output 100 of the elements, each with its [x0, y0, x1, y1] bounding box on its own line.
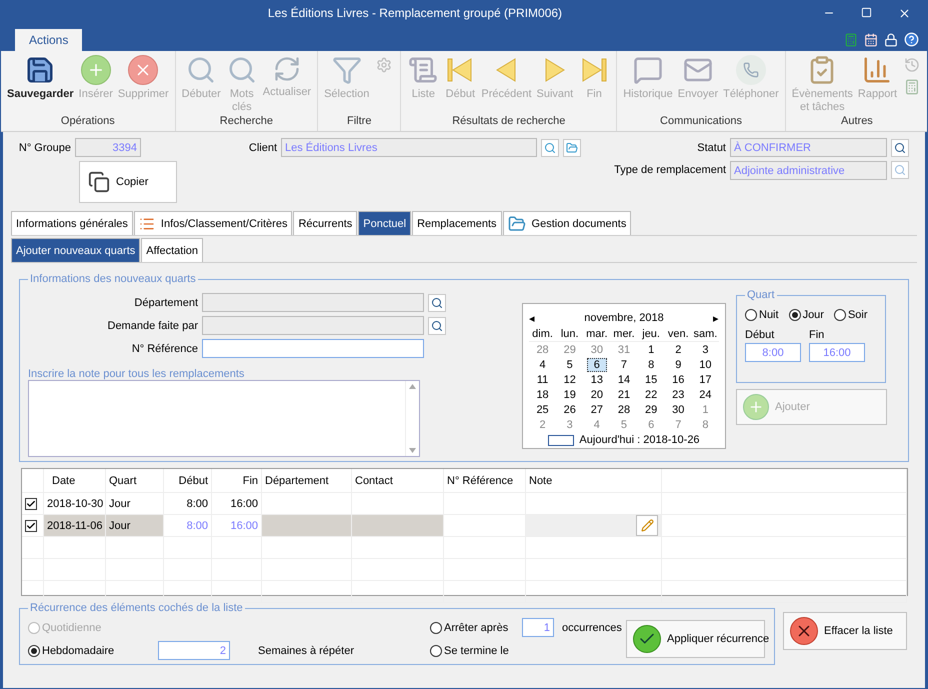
- clear-list-button[interactable]: Effacer la liste: [783, 612, 907, 650]
- calculator-icon[interactable]: [844, 32, 858, 46]
- calendar-day[interactable]: 7: [614, 358, 634, 372]
- calendar-day[interactable]: 22: [638, 388, 664, 402]
- calendar-day[interactable]: 6: [586, 358, 607, 372]
- tab[interactable]: Ponctuel: [358, 211, 412, 235]
- input-field[interactable]: [202, 293, 424, 312]
- column-header[interactable]: Quart: [106, 469, 164, 493]
- calendar-day[interactable]: 10: [692, 358, 719, 372]
- end-time-field[interactable]: 16:00: [809, 343, 865, 362]
- calendar-day[interactable]: 29: [638, 403, 664, 417]
- calendar-day[interactable]: 6: [641, 418, 662, 432]
- calendar-day[interactable]: 26: [556, 403, 583, 417]
- field-label: Statut: [697, 142, 726, 154]
- radio-button[interactable]: Hebdomadaire: [28, 644, 158, 656]
- calendar-day[interactable]: 29: [556, 343, 583, 357]
- calendar-day[interactable]: 24: [692, 388, 719, 402]
- calendar-day[interactable]: 4: [532, 358, 553, 372]
- maximize-icon[interactable]: [861, 6, 872, 18]
- help-icon[interactable]: [904, 32, 919, 47]
- column-header[interactable]: Note: [526, 469, 662, 493]
- scrollbar[interactable]: [405, 381, 419, 456]
- calendar-day[interactable]: 30: [665, 403, 692, 417]
- calendar-day[interactable]: 1: [641, 343, 662, 357]
- search-button[interactable]: [428, 316, 446, 334]
- table-cell: [22, 559, 44, 581]
- input-field[interactable]: [202, 339, 424, 358]
- column-header[interactable]: Fin: [212, 469, 262, 493]
- copy-button[interactable]: Copier: [79, 161, 177, 203]
- radio-button[interactable]: Se termine le: [430, 644, 522, 656]
- radio-button[interactable]: Nuit: [745, 309, 779, 321]
- calendar-day[interactable]: 17: [692, 373, 719, 387]
- lock-icon[interactable]: [884, 32, 898, 46]
- radio-button[interactable]: Jour: [788, 309, 824, 321]
- calendar[interactable]: ◂ novembre, 2018 ▸ dim. lun. mar. mer. jeu. ven. sam. 28 29 30 31 1 2 3 4 5 6 7 8 9 10 11 12 13 14 15 16 17 18 19 20 21 22 23 24 25 26 27 28 29 30 1 2 3 4 5 6 7 8 Aujourd'hui : 2018-10-26: [522, 303, 726, 449]
- calendar-day[interactable]: 2: [532, 418, 553, 432]
- calendar-icon[interactable]: [864, 32, 878, 46]
- tab[interactable]: Informations générales: [11, 211, 133, 235]
- column-header[interactable]: Début: [164, 469, 212, 493]
- calendar-day[interactable]: 18: [529, 388, 556, 402]
- calendar-day[interactable]: 5: [614, 418, 634, 432]
- calendar-day[interactable]: 28: [529, 343, 556, 357]
- calendar-day[interactable]: 14: [610, 373, 638, 387]
- calendar-day[interactable]: 13: [584, 373, 610, 387]
- calendar-day[interactable]: 8: [641, 358, 662, 372]
- group-label: Autres: [840, 115, 874, 129]
- checkbox[interactable]: [25, 520, 37, 532]
- scroll-up-icon[interactable]: [409, 384, 416, 389]
- calendar-day[interactable]: 1: [695, 403, 716, 417]
- edit-button[interactable]: [636, 515, 658, 536]
- close-icon[interactable]: [898, 6, 911, 20]
- calendar-day[interactable]: 16: [665, 373, 692, 387]
- next-month-button[interactable]: ▸: [713, 312, 719, 324]
- ribbon-button[interactable]: Sauvegarder: [5, 55, 76, 115]
- calendar-day[interactable]: 30: [584, 343, 610, 357]
- calendar-day[interactable]: 15: [638, 373, 664, 387]
- calendar-day[interactable]: 21: [610, 388, 638, 402]
- tab[interactable]: Infos/Classement/Critères: [134, 211, 292, 235]
- calendar-day[interactable]: 27: [584, 403, 610, 417]
- calendar-day[interactable]: 2: [668, 343, 688, 357]
- ribbon-tab[interactable]: Actions: [15, 29, 82, 51]
- calendar-day[interactable]: 5: [560, 358, 580, 372]
- column-header[interactable]: Contact: [352, 469, 444, 493]
- tab[interactable]: Récurrents: [293, 211, 358, 235]
- column-header[interactable]: N° Référence: [444, 469, 526, 493]
- search-button[interactable]: [891, 138, 909, 156]
- search-button[interactable]: [428, 294, 446, 312]
- calendar-day[interactable]: 25: [529, 403, 556, 417]
- calendar-day[interactable]: 3: [695, 343, 716, 357]
- tab[interactable]: Gestion documents: [502, 211, 632, 235]
- calendar-day[interactable]: 20: [584, 388, 610, 402]
- calendar-day[interactable]: 4: [586, 418, 607, 432]
- calendar-day[interactable]: 7: [668, 418, 688, 432]
- scroll-down-icon[interactable]: [409, 448, 416, 453]
- tab[interactable]: Remplacements: [412, 211, 502, 235]
- today-label[interactable]: Aujourd'hui : 2018-10-26: [579, 434, 700, 446]
- calendar-day[interactable]: 8: [695, 418, 716, 432]
- sub-tab[interactable]: Affectation: [141, 238, 204, 262]
- column-header[interactable]: Département: [262, 469, 352, 493]
- weekday-label: sam.: [692, 326, 719, 342]
- checkbox[interactable]: [25, 498, 37, 510]
- calendar-day[interactable]: 11: [530, 373, 556, 387]
- calendar-day[interactable]: 9: [668, 358, 688, 372]
- calendar-day[interactable]: 12: [556, 373, 583, 387]
- calendar-day[interactable]: 28: [610, 403, 638, 417]
- previous-month-button[interactable]: ◂: [529, 312, 535, 324]
- radio-button[interactable]: Soir: [834, 309, 868, 321]
- folder-search-button[interactable]: [563, 138, 581, 156]
- plus-icon: [743, 394, 769, 420]
- calendar-day[interactable]: 31: [610, 343, 638, 357]
- search-button[interactable]: [541, 138, 559, 156]
- radio-button[interactable]: Arrêter après: [430, 622, 522, 634]
- calendar-day[interactable]: 23: [665, 388, 692, 402]
- input-field[interactable]: [202, 316, 424, 335]
- window-title: Les Éditions Livres - Remplacement groupé (PRIM006): [266, 6, 564, 20]
- calendar-day[interactable]: 19: [556, 388, 583, 402]
- note-field[interactable]: [28, 380, 420, 457]
- column-header[interactable]: Date: [44, 469, 106, 493]
- calendar-day[interactable]: 3: [560, 418, 580, 432]
- sub-tab[interactable]: Ajouter nouveaux quarts: [11, 238, 140, 262]
